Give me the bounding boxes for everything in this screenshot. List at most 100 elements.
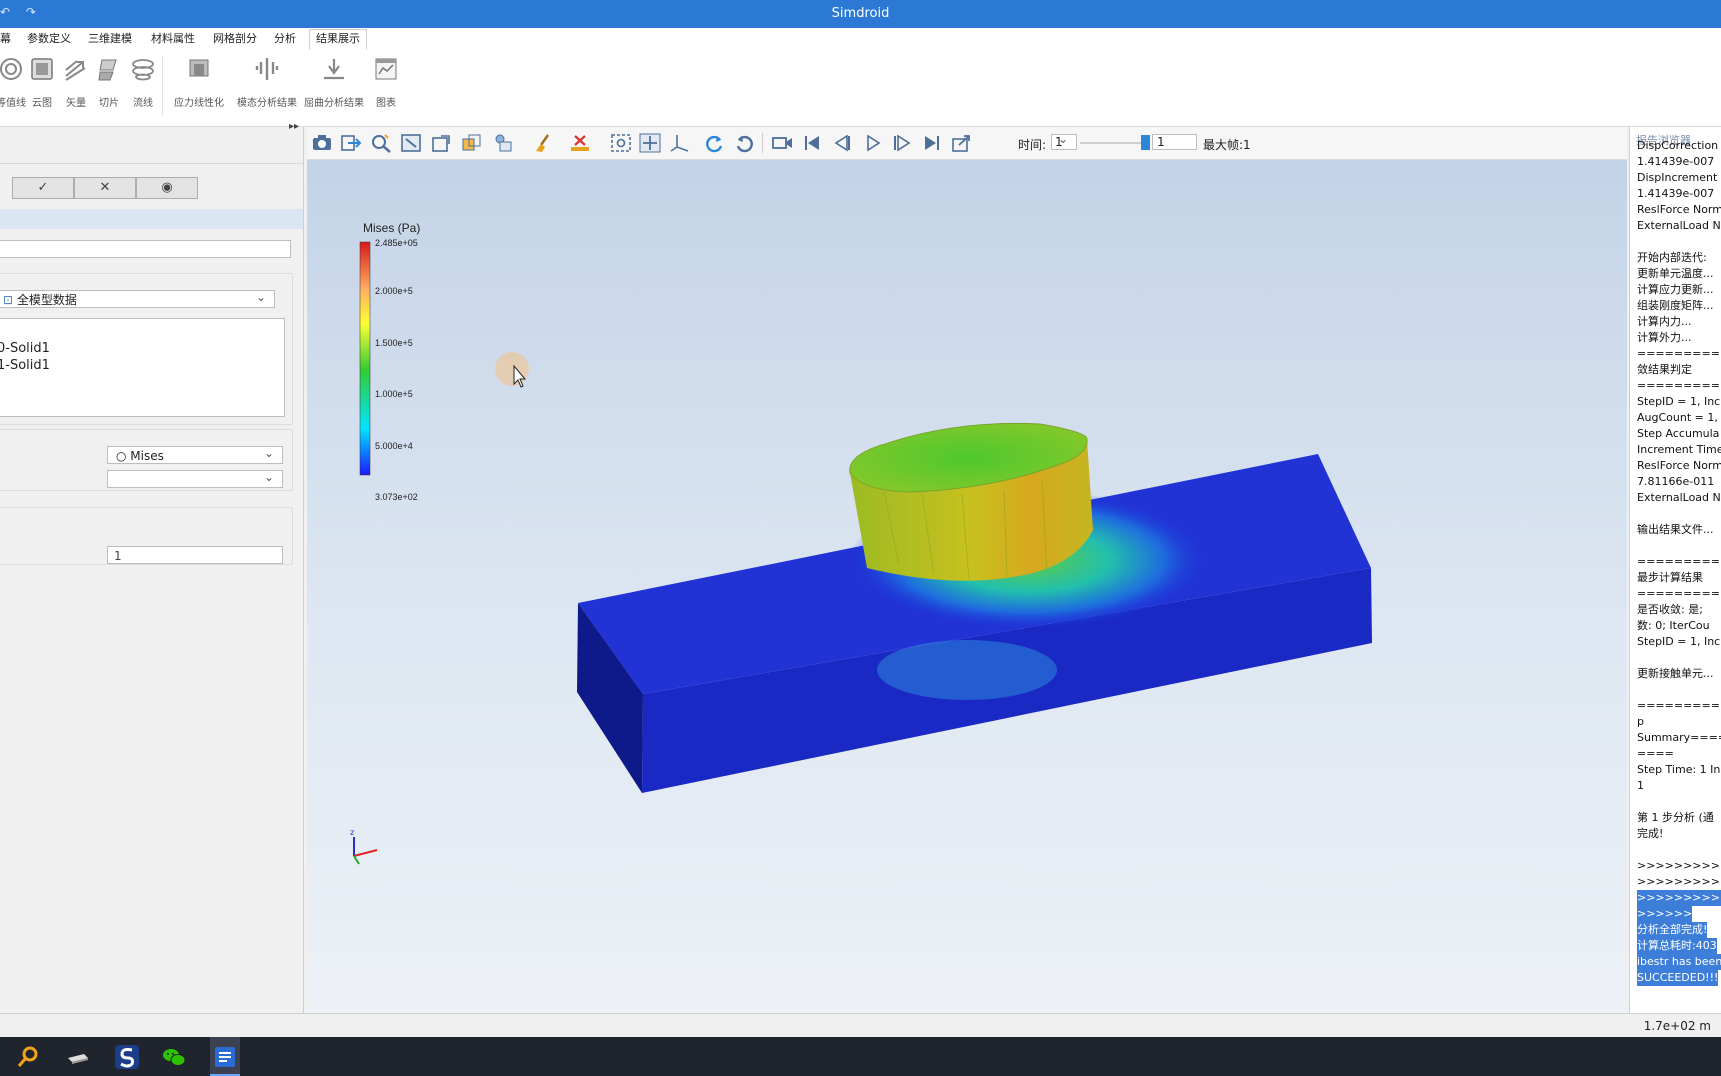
stress-linearization-label: 应力线性化 <box>174 98 224 109</box>
log-line: Step Time: 1 In <box>1637 763 1721 776</box>
log-line: 更新单元温度... <box>1637 267 1714 280</box>
zoom-button[interactable] <box>370 133 392 153</box>
list-item[interactable]: 1-Solid1 <box>0 358 50 373</box>
legend-tick: 1.500e+5 <box>375 338 413 348</box>
menu-tab-3d-modeling[interactable]: 三维建模 <box>82 31 138 50</box>
export-icon <box>341 135 362 151</box>
search-icon[interactable] <box>16 1044 42 1070</box>
clean-button[interactable] <box>532 133 554 153</box>
zoom-box-button[interactable] <box>400 133 422 153</box>
axis-button[interactable] <box>669 133 691 153</box>
frame-slider-track[interactable] <box>1080 142 1150 144</box>
view-orientation-button[interactable] <box>460 133 482 153</box>
log-line: ReslForce Norm <box>1637 203 1721 216</box>
model-data-icon: ⊡ <box>3 293 17 307</box>
legend-tick: 5.000e+4 <box>375 441 413 451</box>
time-select[interactable]: 1 <box>1051 132 1077 150</box>
list-item[interactable]: 0-Solid1 <box>0 341 50 356</box>
ribbon-separator <box>162 56 163 116</box>
log-line: 完成! <box>1637 827 1664 840</box>
log-line: >>>>>>>>>> <box>1637 890 1721 906</box>
frame-spinbox[interactable]: 1 <box>1152 134 1197 150</box>
stress-linearization-button[interactable]: 应力线性化 <box>172 56 226 109</box>
record-button[interactable] <box>771 133 793 153</box>
rotate-button[interactable] <box>703 133 725 153</box>
collapse-panel-icon[interactable]: ▸▸ <box>289 121 299 132</box>
viewport-toolbar: 时间: 1 1 最大帧:1 <box>307 127 1627 160</box>
last-frame-button[interactable] <box>921 133 943 153</box>
clear-icon <box>571 135 589 151</box>
box-select-icon <box>611 134 631 152</box>
menu-tab-material[interactable]: 材料属性 <box>145 31 201 50</box>
frame-input[interactable]: 1 <box>107 546 283 564</box>
3d-viewport[interactable]: Mises (Pa) 2.485e+05 2.000e+5 1.500e+5 1… <box>307 160 1627 1013</box>
component-select[interactable] <box>107 468 283 488</box>
cursor-highlight <box>495 352 529 386</box>
data-source-select[interactable]: ⊡ 全模型数据 <box>0 288 275 308</box>
legend-tick: 3.073e+02 <box>375 492 418 502</box>
modal-result-button[interactable]: 模态分析结果 <box>237 56 297 109</box>
fit-view-button[interactable] <box>430 133 452 153</box>
frame-slider-thumb[interactable] <box>1141 135 1150 150</box>
streamline-icon <box>132 59 154 81</box>
pan-button[interactable] <box>639 133 661 153</box>
camera-icon <box>313 135 331 150</box>
buckling-result-button[interactable]: 屈曲分析结果 <box>303 56 365 109</box>
drive-icon[interactable] <box>64 1044 90 1070</box>
log-line: ibestr has been <box>1637 954 1721 970</box>
log-line: Summary==== <box>1637 731 1721 744</box>
chart-button[interactable]: 图表 <box>359 56 413 109</box>
buckling-result-label: 屈曲分析结果 <box>304 98 364 109</box>
last-frame-icon <box>925 136 939 150</box>
result-type-select[interactable]: ○ Mises <box>107 444 283 464</box>
status-bar: 1.7e+02 m <box>0 1013 1721 1038</box>
log-line: 数: 0; IterCou <box>1637 619 1710 632</box>
previous-frame-button[interactable] <box>831 133 853 153</box>
preview-button[interactable]: ◉ <box>136 177 198 199</box>
log-line: ========== <box>1637 699 1721 712</box>
taskbar <box>0 1037 1721 1076</box>
confirm-button[interactable]: ✓ <box>12 177 74 199</box>
export-animation-button[interactable] <box>951 133 973 153</box>
fea-model-render[interactable]: Mises (Pa) 2.485e+05 2.000e+5 1.500e+5 1… <box>307 160 1627 1013</box>
menu-tab-mesh[interactable]: 网格剖分 <box>207 31 263 50</box>
report-browser[interactable]: 报告浏览器 DispCorrection 1.41439e-007 DispIncr… <box>1629 127 1721 1013</box>
display-mode-button[interactable] <box>493 133 515 153</box>
parts-list[interactable]: 0-Solid1 1-Solid1 <box>0 318 285 417</box>
simdroid-app-icon[interactable] <box>114 1044 140 1070</box>
play-button[interactable] <box>861 133 883 153</box>
reset-rotation-button[interactable] <box>734 133 756 153</box>
next-frame-button[interactable] <box>891 133 913 153</box>
legend-color-bar <box>359 241 371 476</box>
menu-tab-analysis[interactable]: 分析 <box>268 31 302 50</box>
menu-tab-results[interactable]: 结果展示 <box>309 29 367 50</box>
menu-tab-screen[interactable]: 幕 <box>0 31 17 50</box>
screenshot-button[interactable] <box>311 133 333 153</box>
menu-bar: 幕 参数定义 三维建模 材料属性 网格剖分 分析 结果展示 <box>0 28 1721 51</box>
axis-icon <box>670 135 689 152</box>
clear-results-button[interactable] <box>569 133 591 153</box>
chart-icon <box>375 58 397 80</box>
name-input[interactable] <box>0 240 291 258</box>
video-camera-icon <box>772 137 792 149</box>
box-select-button[interactable] <box>610 133 632 153</box>
document-app-icon[interactable] <box>212 1044 238 1070</box>
confirm-icon: ✓ <box>37 180 49 195</box>
log-line: ExternalLoad N <box>1637 219 1721 232</box>
cylinder-punch[interactable] <box>849 422 1093 581</box>
export-button[interactable] <box>340 133 362 153</box>
menu-tab-parameters[interactable]: 参数定义 <box>21 31 77 50</box>
log-line: p <box>1637 715 1644 728</box>
log-line: AugCount = 1, <box>1637 411 1718 424</box>
log-line: DispCorrection <box>1637 139 1719 152</box>
rotate-icon <box>706 135 723 153</box>
first-frame-button[interactable] <box>801 133 823 153</box>
log-line: ReslForce Norm <box>1637 459 1721 472</box>
legend-title: Mises (Pa) <box>363 221 420 235</box>
toolbar-separator <box>762 133 763 153</box>
log-line: ==== <box>1637 747 1674 760</box>
wechat-icon[interactable] <box>161 1044 187 1070</box>
cancel-button[interactable]: ✕ <box>74 177 136 199</box>
play-icon <box>867 134 881 152</box>
legend-tick: 2.000e+5 <box>375 286 413 296</box>
